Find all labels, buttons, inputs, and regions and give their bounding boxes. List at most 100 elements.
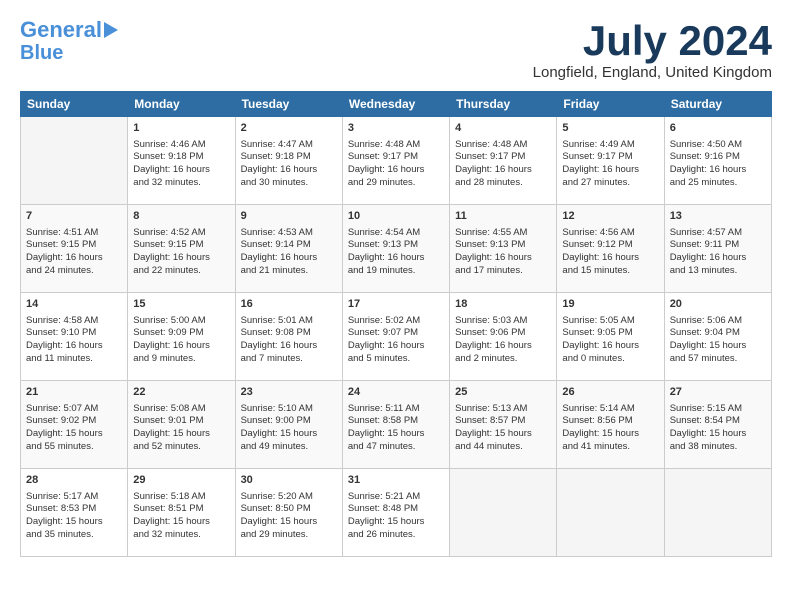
day-cell: 31Sunrise: 5:21 AM Sunset: 8:48 PM Dayli…	[342, 469, 449, 557]
day-number: 15	[133, 297, 229, 312]
week-row-1: 1Sunrise: 4:46 AM Sunset: 9:18 PM Daylig…	[21, 117, 772, 205]
day-cell: 8 Sunrise: 4:52 AM Sunset: 9:15 PM Daylig…	[128, 205, 235, 293]
day-content: Sunrise: 5:08 AM Sunset: 9:01 PM Dayligh…	[133, 403, 229, 454]
day-content: Sunrise: 4:48 AM Sunset: 9:17 PM Dayligh…	[348, 139, 444, 190]
day-cell: 23Sunrise: 5:10 AM Sunset: 9:00 PM Dayli…	[235, 381, 342, 469]
day-number: 5	[562, 121, 658, 136]
logo: General Blue	[20, 18, 118, 64]
col-header-sunday: Sunday	[21, 92, 128, 117]
day-cell: 28Sunrise: 5:17 AM Sunset: 8:53 PM Dayli…	[21, 469, 128, 557]
day-cell: 24Sunrise: 5:11 AM Sunset: 8:58 PM Dayli…	[342, 381, 449, 469]
day-content: Sunrise: 4:50 AM Sunset: 9:16 PM Dayligh…	[670, 139, 766, 190]
week-row-2: 7 Sunrise: 4:51 AM Sunset: 9:15 PM Daylig…	[21, 205, 772, 293]
day-content: Sunrise: 5:01 AM Sunset: 9:08 PM Dayligh…	[241, 315, 337, 366]
logo-arrow-icon	[104, 22, 118, 38]
day-number: 11	[455, 209, 551, 224]
day-cell: 26 Sunrise: 5:14 AM Sunset: 8:56 PM Dayli…	[557, 381, 664, 469]
day-number: 18	[455, 297, 551, 312]
day-number: 26	[562, 385, 658, 400]
day-number: 8	[133, 209, 229, 224]
day-number: 9	[241, 209, 337, 224]
calendar: SundayMondayTuesdayWednesdayThursdayFrid…	[20, 91, 772, 557]
day-content: Sunrise: 4:51 AM Sunset: 9:15 PM Dayligh…	[26, 227, 122, 278]
day-content: Sunrise: 5:00 AM Sunset: 9:09 PM Dayligh…	[133, 315, 229, 366]
day-content: Sunrise: 5:02 AM Sunset: 9:07 PM Dayligh…	[348, 315, 444, 366]
day-cell: 17 Sunrise: 5:02 AM Sunset: 9:07 PM Dayli…	[342, 293, 449, 381]
day-content: Sunrise: 4:52 AM Sunset: 9:15 PM Dayligh…	[133, 227, 229, 278]
day-cell	[664, 469, 771, 557]
day-cell	[450, 469, 557, 557]
day-content: Sunrise: 5:06 AM Sunset: 9:04 PM Dayligh…	[670, 315, 766, 366]
day-cell: 1Sunrise: 4:46 AM Sunset: 9:18 PM Daylig…	[128, 117, 235, 205]
day-content: Sunrise: 4:55 AM Sunset: 9:13 PM Dayligh…	[455, 227, 551, 278]
day-number: 29	[133, 473, 229, 488]
day-number: 24	[348, 385, 444, 400]
day-content: Sunrise: 4:58 AM Sunset: 9:10 PM Dayligh…	[26, 315, 122, 366]
day-number: 23	[241, 385, 337, 400]
day-cell: 21 Sunrise: 5:07 AM Sunset: 9:02 PM Dayli…	[21, 381, 128, 469]
page: General Blue July 2024 Longfield, Englan…	[0, 0, 792, 567]
day-number: 4	[455, 121, 551, 136]
day-cell: 12 Sunrise: 4:56 AM Sunset: 9:12 PM Dayli…	[557, 205, 664, 293]
day-number: 14	[26, 297, 122, 312]
logo-text: General	[20, 18, 102, 42]
day-cell: 22 Sunrise: 5:08 AM Sunset: 9:01 PM Dayli…	[128, 381, 235, 469]
day-content: Sunrise: 5:07 AM Sunset: 9:02 PM Dayligh…	[26, 403, 122, 454]
day-number: 1	[133, 121, 229, 136]
col-header-saturday: Saturday	[664, 92, 771, 117]
week-row-5: 28Sunrise: 5:17 AM Sunset: 8:53 PM Dayli…	[21, 469, 772, 557]
day-number: 16	[241, 297, 337, 312]
day-content: Sunrise: 4:53 AM Sunset: 9:14 PM Dayligh…	[241, 227, 337, 278]
day-number: 27	[670, 385, 766, 400]
day-cell: 29 Sunrise: 5:18 AM Sunset: 8:51 PM Dayli…	[128, 469, 235, 557]
day-cell: 27Sunrise: 5:15 AM Sunset: 8:54 PM Dayli…	[664, 381, 771, 469]
day-number: 12	[562, 209, 658, 224]
day-cell: 25Sunrise: 5:13 AM Sunset: 8:57 PM Dayli…	[450, 381, 557, 469]
day-number: 21	[26, 385, 122, 400]
col-header-friday: Friday	[557, 92, 664, 117]
day-number: 25	[455, 385, 551, 400]
day-content: Sunrise: 4:57 AM Sunset: 9:11 PM Dayligh…	[670, 227, 766, 278]
col-header-thursday: Thursday	[450, 92, 557, 117]
day-number: 10	[348, 209, 444, 224]
day-number: 19	[562, 297, 658, 312]
day-cell: 7 Sunrise: 4:51 AM Sunset: 9:15 PM Daylig…	[21, 205, 128, 293]
day-content: Sunrise: 5:14 AM Sunset: 8:56 PM Dayligh…	[562, 403, 658, 454]
day-cell: 11 Sunrise: 4:55 AM Sunset: 9:13 PM Dayli…	[450, 205, 557, 293]
day-content: Sunrise: 4:54 AM Sunset: 9:13 PM Dayligh…	[348, 227, 444, 278]
day-content: Sunrise: 4:49 AM Sunset: 9:17 PM Dayligh…	[562, 139, 658, 190]
day-content: Sunrise: 5:20 AM Sunset: 8:50 PM Dayligh…	[241, 491, 337, 542]
day-number: 2	[241, 121, 337, 136]
week-row-3: 14 Sunrise: 4:58 AM Sunset: 9:10 PM Dayli…	[21, 293, 772, 381]
day-content: Sunrise: 4:48 AM Sunset: 9:17 PM Dayligh…	[455, 139, 551, 190]
day-number: 20	[670, 297, 766, 312]
col-header-tuesday: Tuesday	[235, 92, 342, 117]
logo-blue: Blue	[20, 42, 63, 64]
day-cell: 3 Sunrise: 4:48 AM Sunset: 9:17 PM Daylig…	[342, 117, 449, 205]
day-content: Sunrise: 4:56 AM Sunset: 9:12 PM Dayligh…	[562, 227, 658, 278]
day-number: 3	[348, 121, 444, 136]
day-cell: 30Sunrise: 5:20 AM Sunset: 8:50 PM Dayli…	[235, 469, 342, 557]
day-number: 28	[26, 473, 122, 488]
day-cell: 10 Sunrise: 4:54 AM Sunset: 9:13 PM Dayli…	[342, 205, 449, 293]
day-content: Sunrise: 5:21 AM Sunset: 8:48 PM Dayligh…	[348, 491, 444, 542]
col-header-monday: Monday	[128, 92, 235, 117]
day-cell: 5 Sunrise: 4:49 AM Sunset: 9:17 PM Daylig…	[557, 117, 664, 205]
day-cell: 2 Sunrise: 4:47 AM Sunset: 9:18 PM Daylig…	[235, 117, 342, 205]
month-title: July 2024	[533, 18, 772, 64]
day-number: 17	[348, 297, 444, 312]
day-number: 22	[133, 385, 229, 400]
day-content: Sunrise: 5:18 AM Sunset: 8:51 PM Dayligh…	[133, 491, 229, 542]
day-content: Sunrise: 4:47 AM Sunset: 9:18 PM Dayligh…	[241, 139, 337, 190]
week-row-4: 21 Sunrise: 5:07 AM Sunset: 9:02 PM Dayli…	[21, 381, 772, 469]
day-number: 7	[26, 209, 122, 224]
day-cell: 9 Sunrise: 4:53 AM Sunset: 9:14 PM Daylig…	[235, 205, 342, 293]
day-content: Sunrise: 5:03 AM Sunset: 9:06 PM Dayligh…	[455, 315, 551, 366]
day-number: 6	[670, 121, 766, 136]
day-cell	[21, 117, 128, 205]
day-content: Sunrise: 5:05 AM Sunset: 9:05 PM Dayligh…	[562, 315, 658, 366]
day-cell: 18 Sunrise: 5:03 AM Sunset: 9:06 PM Dayli…	[450, 293, 557, 381]
day-cell: 16 Sunrise: 5:01 AM Sunset: 9:08 PM Dayli…	[235, 293, 342, 381]
title-area: July 2024 Longfield, England, United Kin…	[533, 18, 772, 81]
day-cell: 4 Sunrise: 4:48 AM Sunset: 9:17 PM Daylig…	[450, 117, 557, 205]
